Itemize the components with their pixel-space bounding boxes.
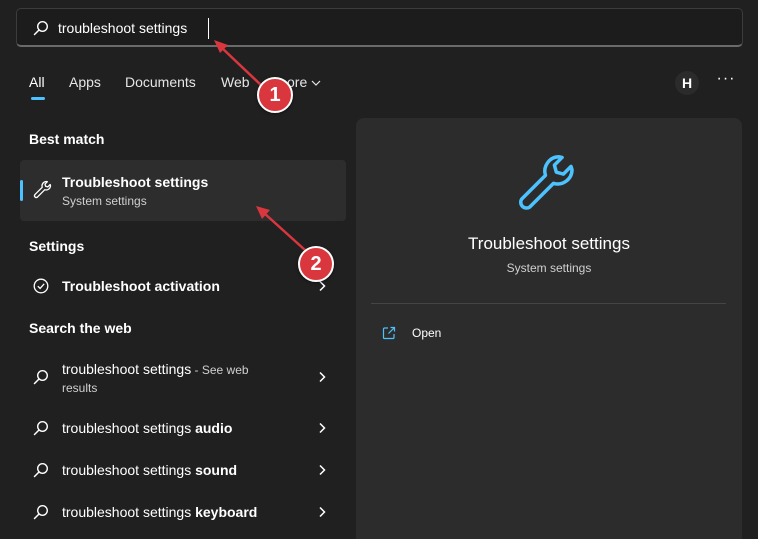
tab-all[interactable]: All <box>29 74 45 90</box>
check-circle-icon <box>33 278 49 294</box>
divider <box>371 303 726 304</box>
wrench-icon <box>33 180 52 199</box>
search-input[interactable] <box>58 18 658 38</box>
best-match-subtitle: System settings <box>62 194 147 208</box>
chevron-right-icon[interactable] <box>318 371 326 383</box>
web-result-label-continued: results <box>62 381 98 395</box>
search-icon <box>33 420 49 436</box>
filter-tabs: All Apps Documents Web ore <box>0 72 758 102</box>
settings-heading: Settings <box>29 238 85 254</box>
settings-item-troubleshoot-activation[interactable]: Troubleshoot activation <box>20 268 346 304</box>
preview-subtitle: System settings <box>506 261 592 275</box>
chevron-right-icon[interactable] <box>318 506 326 518</box>
chevron-right-icon[interactable] <box>318 464 326 476</box>
callout-badge-1: 1 <box>257 77 293 113</box>
search-icon <box>33 462 49 478</box>
web-result-see-web[interactable]: troubleshoot settings - See web results <box>20 361 346 401</box>
search-bar[interactable] <box>16 8 743 47</box>
chevron-right-icon[interactable] <box>318 422 326 434</box>
open-label: Open <box>412 326 442 340</box>
web-result-label: troubleshoot settings audio <box>62 420 233 436</box>
web-result-label: troubleshoot settings - See web <box>62 361 249 377</box>
wrench-icon <box>519 155 574 210</box>
search-web-heading: Search the web <box>29 320 132 336</box>
open-external-icon <box>382 326 396 340</box>
account-avatar[interactable]: H <box>675 71 699 95</box>
selection-indicator <box>20 180 23 201</box>
preview-panel: Troubleshoot settings System settings Op… <box>356 118 742 539</box>
web-result-audio[interactable]: troubleshoot settings audio <box>20 410 346 446</box>
tab-documents[interactable]: Documents <box>125 74 196 90</box>
search-icon <box>33 504 49 520</box>
web-result-label: troubleshoot settings sound <box>62 462 238 478</box>
text-caret <box>208 18 209 39</box>
best-match-title: Troubleshoot settings <box>62 174 209 190</box>
tab-web[interactable]: Web <box>221 74 250 90</box>
search-icon <box>33 20 49 36</box>
open-action[interactable]: Open <box>382 324 532 344</box>
web-result-sound[interactable]: troubleshoot settings sound <box>20 452 346 488</box>
settings-item-label: Troubleshoot activation <box>62 278 220 294</box>
preview-title: Troubleshoot settings <box>468 234 630 253</box>
more-options-button[interactable]: ··· <box>714 70 738 94</box>
best-match-heading: Best match <box>29 131 105 147</box>
chevron-right-icon[interactable] <box>318 280 326 292</box>
chevron-down-icon <box>311 80 321 86</box>
callout-badge-2: 2 <box>298 246 334 282</box>
tab-active-indicator <box>31 97 45 100</box>
web-result-keyboard[interactable]: troubleshoot settings keyboard <box>20 494 346 530</box>
web-result-label: troubleshoot settings keyboard <box>62 504 258 520</box>
best-match-result[interactable]: Troubleshoot settings System settings <box>20 160 346 221</box>
search-icon <box>33 369 49 385</box>
tab-apps[interactable]: Apps <box>69 74 101 90</box>
